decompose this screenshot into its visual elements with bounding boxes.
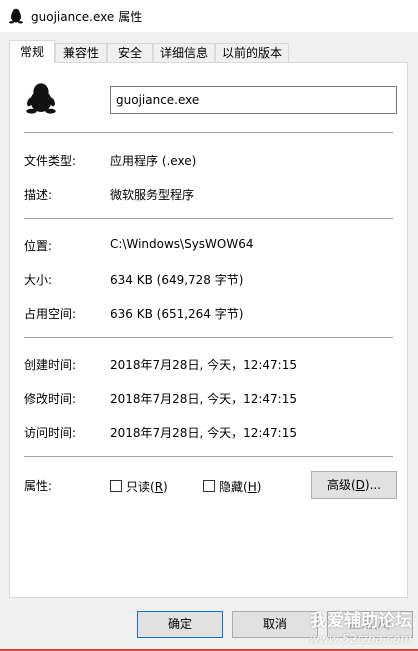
size-on-disk-label: 占用空间:	[24, 307, 77, 321]
location-label: 位置:	[24, 239, 53, 253]
created-value: 2018年7月28日, 今天，12:47:15	[110, 358, 297, 372]
separator	[24, 218, 393, 219]
readonly-checkbox-label[interactable]: 只读(R)	[126, 478, 168, 495]
file-type-label: 文件类型:	[24, 154, 77, 168]
tab-compatibility[interactable]: 兼容性	[55, 43, 107, 62]
ok-button[interactable]: 确定	[137, 611, 223, 638]
tab-details[interactable]: 详细信息	[153, 43, 215, 62]
accessed-label: 访问时间:	[24, 426, 77, 440]
size-value: 634 KB (649,728 字节)	[110, 273, 244, 287]
size-label: 大小:	[24, 273, 53, 287]
readonly-label-text: 只读(	[126, 480, 155, 494]
readonly-label-end: )	[163, 480, 168, 494]
filename-input[interactable]: guojiance.exe	[110, 86, 397, 114]
qq-penguin-file-icon	[26, 83, 56, 114]
created-label: 创建时间:	[24, 358, 77, 372]
general-tab-panel: guojiance.exe 文件类型: 应用程序 (.exe) 描述: 微软服务…	[9, 62, 408, 598]
hidden-label-end: )	[256, 480, 262, 494]
file-type-value: 应用程序 (.exe)	[110, 154, 197, 168]
hidden-checkbox-label[interactable]: 隐藏(H)	[219, 478, 261, 495]
modified-label: 修改时间:	[24, 392, 77, 406]
readonly-checkbox[interactable]	[110, 480, 122, 492]
hidden-checkbox[interactable]	[203, 480, 215, 492]
tab-security[interactable]: 安全	[107, 43, 153, 62]
readonly-accel-key: R	[154, 480, 164, 494]
advanced-label-text: 高级(	[326, 478, 356, 492]
advanced-button[interactable]: 高级(D)...	[311, 471, 397, 499]
modified-value: 2018年7月28日, 今天，12:47:15	[110, 392, 297, 406]
window-title: guojiance.exe 属性	[31, 8, 142, 25]
title-bar: guojiance.exe 属性	[0, 0, 418, 32]
advanced-accel-key: D	[355, 478, 365, 492]
window-title-suffix: 属性	[118, 10, 143, 24]
description-label: 描述:	[24, 188, 53, 202]
qq-penguin-icon	[9, 8, 23, 24]
hidden-accel-key: H	[247, 480, 257, 494]
size-on-disk-value: 636 KB (651,264 字节)	[110, 307, 244, 321]
separator	[24, 456, 393, 457]
apply-button[interactable]: 应用(A)	[327, 611, 413, 638]
separator	[24, 337, 393, 338]
description-value: 微软服务型程序	[110, 188, 195, 202]
separator	[24, 132, 393, 133]
attributes-label: 属性:	[24, 479, 53, 493]
tab-previous-versions[interactable]: 以前的版本	[215, 43, 289, 62]
window-title-filename: guojiance.exe	[31, 10, 115, 24]
accessed-value: 2018年7月28日, 今天，12:47:15	[110, 426, 297, 440]
location-value: C:\Windows\SysWOW64	[110, 237, 254, 251]
hidden-label-text: 隐藏(	[219, 480, 248, 494]
advanced-label-end: )...	[364, 478, 382, 492]
cancel-button[interactable]: 取消	[232, 611, 318, 638]
tab-general[interactable]: 常规	[9, 40, 55, 63]
